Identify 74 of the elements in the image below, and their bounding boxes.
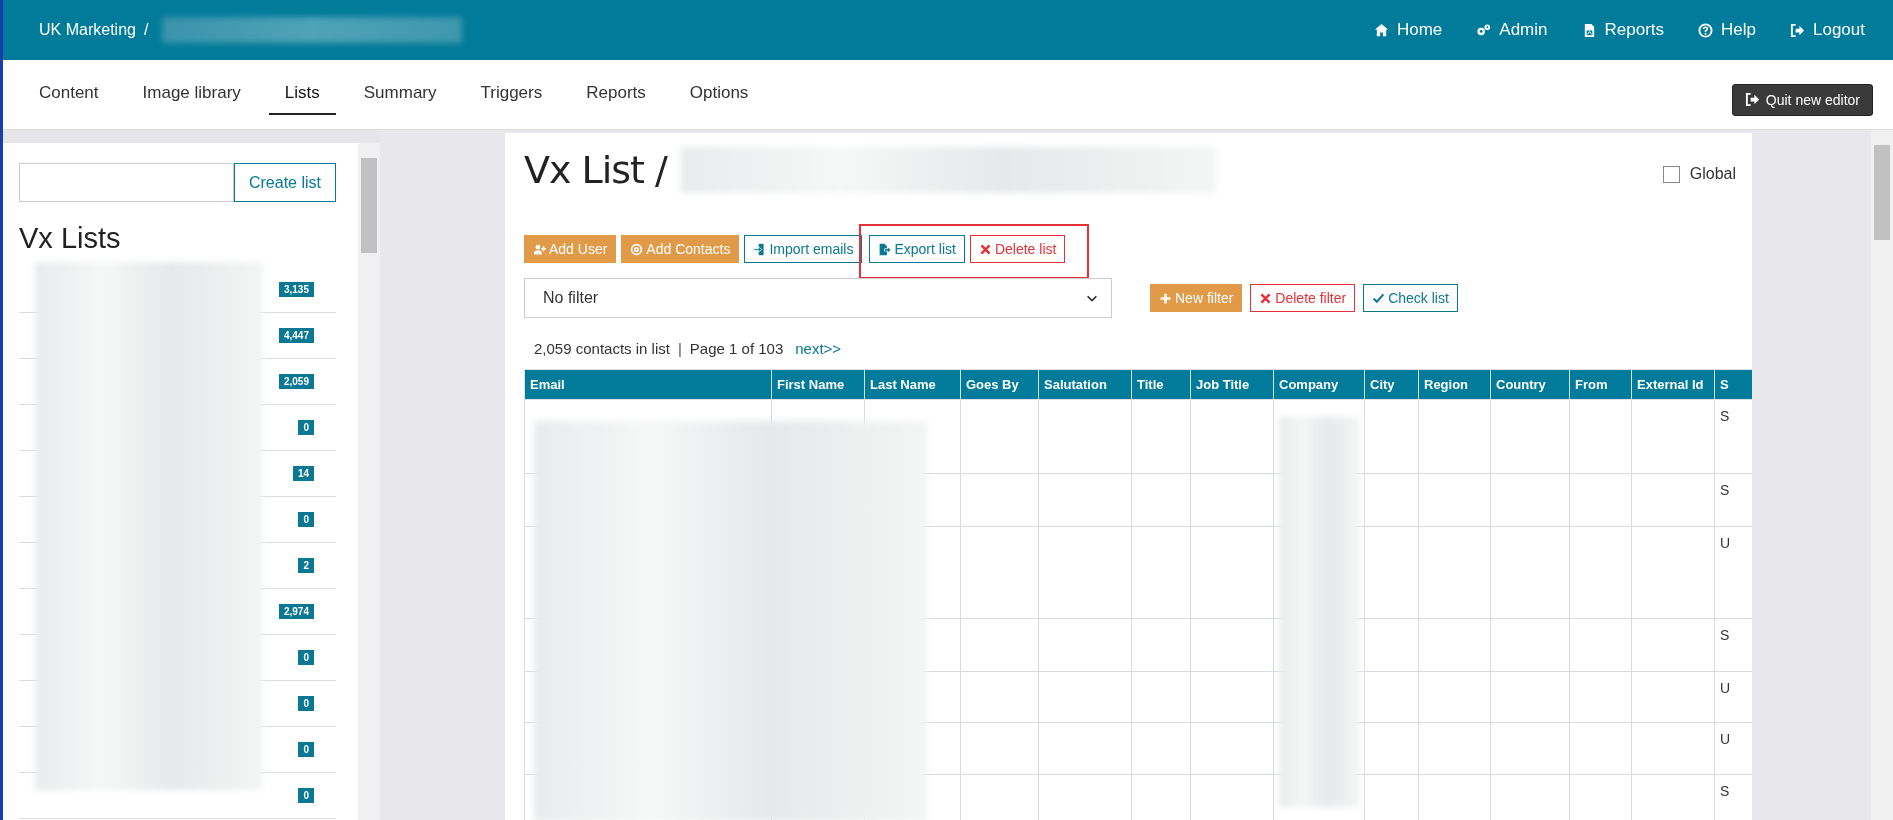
count-badge: 2 bbox=[298, 558, 314, 573]
column-header: Salutation bbox=[1038, 369, 1132, 400]
import-icon bbox=[753, 242, 767, 256]
logout-icon bbox=[1744, 92, 1760, 107]
action-button[interactable]: Export list bbox=[869, 235, 965, 263]
column-header: External Id bbox=[1631, 369, 1715, 400]
column-header: From bbox=[1569, 369, 1632, 400]
tab[interactable]: Options bbox=[673, 74, 765, 115]
column-header: Country bbox=[1490, 369, 1570, 400]
column-header: First Name bbox=[771, 369, 865, 400]
nav-link[interactable]: Admin bbox=[1476, 20, 1548, 40]
list-name-field[interactable] bbox=[19, 163, 234, 202]
scrollbar-thumb[interactable] bbox=[361, 158, 377, 253]
next-link[interactable]: next>> bbox=[795, 340, 842, 357]
tab[interactable]: Summary bbox=[347, 74, 453, 115]
filter-dropdown[interactable]: No filter bbox=[524, 278, 1112, 318]
contact-count: 2,059 contacts in list bbox=[534, 340, 670, 357]
gears-icon bbox=[1476, 22, 1492, 38]
check-icon bbox=[1372, 291, 1386, 305]
count-badge: 3,135 bbox=[278, 282, 314, 297]
column-header: Job Title bbox=[1190, 369, 1274, 400]
count-badge: 0 bbox=[298, 420, 314, 435]
count-badge: 0 bbox=[298, 512, 314, 527]
tab[interactable]: Image library bbox=[126, 74, 257, 115]
help-icon bbox=[1698, 22, 1714, 38]
column-header: S bbox=[1714, 369, 1752, 400]
sidebar-heading: Vx Lists bbox=[19, 222, 122, 255]
column-header: Company bbox=[1273, 369, 1365, 400]
column-header: Goes By bbox=[960, 369, 1039, 400]
at-sign-icon bbox=[630, 242, 644, 256]
count-badge: 2,974 bbox=[278, 604, 314, 619]
count-badge: 0 bbox=[298, 696, 314, 711]
checkbox-label: Global bbox=[1689, 165, 1736, 183]
action-button[interactable]: Delete list bbox=[969, 235, 1066, 263]
scrollbar-thumb[interactable] bbox=[1874, 145, 1890, 240]
home-icon bbox=[1373, 22, 1389, 38]
column-header: Last Name bbox=[864, 369, 961, 400]
action-button[interactable]: Check list bbox=[1363, 284, 1458, 312]
column-header: Title bbox=[1131, 369, 1191, 400]
column-header: Region bbox=[1418, 369, 1491, 400]
count-badge: 0 bbox=[298, 788, 314, 803]
page-title: Vx List / bbox=[524, 148, 667, 192]
nav-link[interactable]: Help bbox=[1698, 20, 1756, 40]
breadcrumb-link[interactable]: UK Marketing bbox=[39, 21, 136, 39]
checkbox[interactable] bbox=[1662, 165, 1680, 183]
logout-icon bbox=[1790, 22, 1805, 38]
column-header: City bbox=[1364, 369, 1419, 400]
scrollbar[interactable] bbox=[358, 143, 380, 820]
count-badge: 0 bbox=[298, 650, 314, 665]
plus-icon bbox=[1159, 291, 1172, 305]
action-button[interactable]: Import emails bbox=[744, 235, 863, 263]
quit-editor-button[interactable]: Quit new editor bbox=[1731, 83, 1873, 116]
action-button[interactable]: Delete filter bbox=[1250, 284, 1356, 312]
tab[interactable]: Reports bbox=[570, 74, 662, 115]
close-icon bbox=[978, 242, 992, 256]
tab[interactable]: Triggers bbox=[464, 74, 559, 115]
count-badge: 14 bbox=[292, 466, 314, 481]
nav-link[interactable]: Home bbox=[1373, 20, 1443, 40]
close-icon bbox=[1259, 291, 1273, 305]
nav-link[interactable]: Logout bbox=[1790, 20, 1865, 40]
export-icon bbox=[878, 242, 892, 256]
tab[interactable]: Lists bbox=[268, 74, 336, 115]
add-user-icon bbox=[533, 242, 546, 256]
create-list-button[interactable]: Create list bbox=[234, 163, 336, 202]
column-header: Email bbox=[524, 369, 772, 400]
breadcrumb-separator: / bbox=[143, 21, 149, 39]
tab[interactable]: Content bbox=[23, 74, 115, 115]
separator: | bbox=[677, 340, 682, 357]
scrollbar[interactable] bbox=[1871, 130, 1893, 820]
count-badge: 4,447 bbox=[278, 328, 314, 343]
page-info: Page 1 of 103 bbox=[689, 340, 784, 357]
nav-link[interactable]: Reports bbox=[1581, 20, 1665, 40]
count-badge: 0 bbox=[298, 742, 314, 757]
count-badge: 2,059 bbox=[278, 374, 314, 389]
